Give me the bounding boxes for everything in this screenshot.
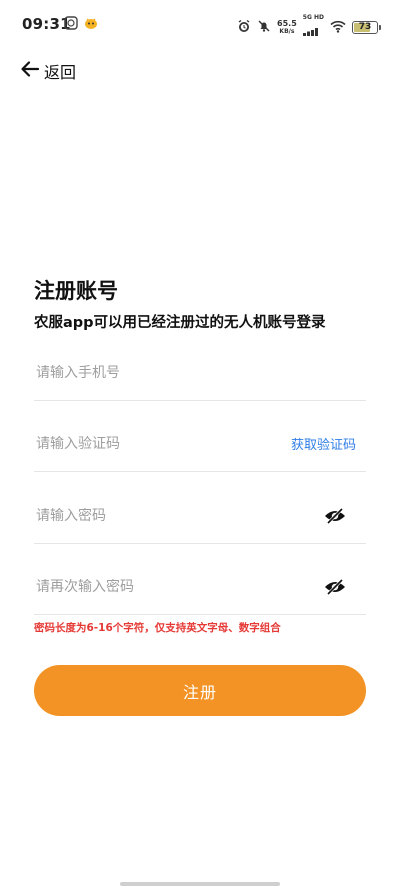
net-speed-readout: 65.5 KB/s [277, 18, 297, 35]
status-left-icons [64, 15, 98, 34]
signal-bars-icon [302, 21, 319, 40]
battery-icon: 73 [352, 20, 381, 34]
alarm-icon [237, 18, 251, 37]
status-right-icons: 65.5 KB/s 5G HD 73 [237, 14, 381, 40]
alarm-app-icon [64, 15, 78, 34]
verification-code-input[interactable] [34, 435, 254, 452]
cellular-signal: 5G HD [302, 14, 324, 40]
eye-slash-icon[interactable] [324, 507, 346, 525]
mute-bell-icon [257, 18, 271, 37]
code-field-row: 获取验证码 [34, 416, 366, 472]
wifi-icon [330, 18, 346, 37]
password-confirm-input[interactable] [34, 578, 254, 595]
phone-field-row [34, 345, 366, 401]
back-label: 返回 [44, 63, 77, 82]
net-speed-unit: KB/s [279, 27, 295, 35]
status-bar: 09:31 65.5 KB/s 5G HD 73 [0, 0, 400, 46]
mascot-app-icon [84, 15, 98, 34]
eye-slash-icon[interactable] [324, 578, 346, 596]
page-subtitle: 农服app可以用已经注册过的无人机账号登录 [34, 315, 326, 331]
battery-cap [379, 24, 381, 30]
page-title: 注册账号 [34, 279, 118, 303]
password-confirm-field-row [34, 559, 366, 615]
net-speed-value: 65.5 [277, 18, 297, 28]
get-code-button[interactable]: 获取验证码 [291, 434, 356, 453]
password-hint: 密码长度为6-16个字符，仅支持英文字母、数字组合 [34, 622, 281, 634]
phone-input[interactable] [34, 364, 254, 381]
net-type-label: 5G HD [302, 14, 324, 21]
back-button[interactable]: 返回 [20, 58, 76, 84]
password-input[interactable] [34, 507, 254, 524]
arrow-left-icon [20, 59, 40, 83]
password-field-row [34, 488, 366, 544]
register-button[interactable]: 注册 [34, 665, 366, 716]
home-indicator[interactable] [120, 882, 280, 886]
battery-level: 73 [358, 22, 372, 32]
